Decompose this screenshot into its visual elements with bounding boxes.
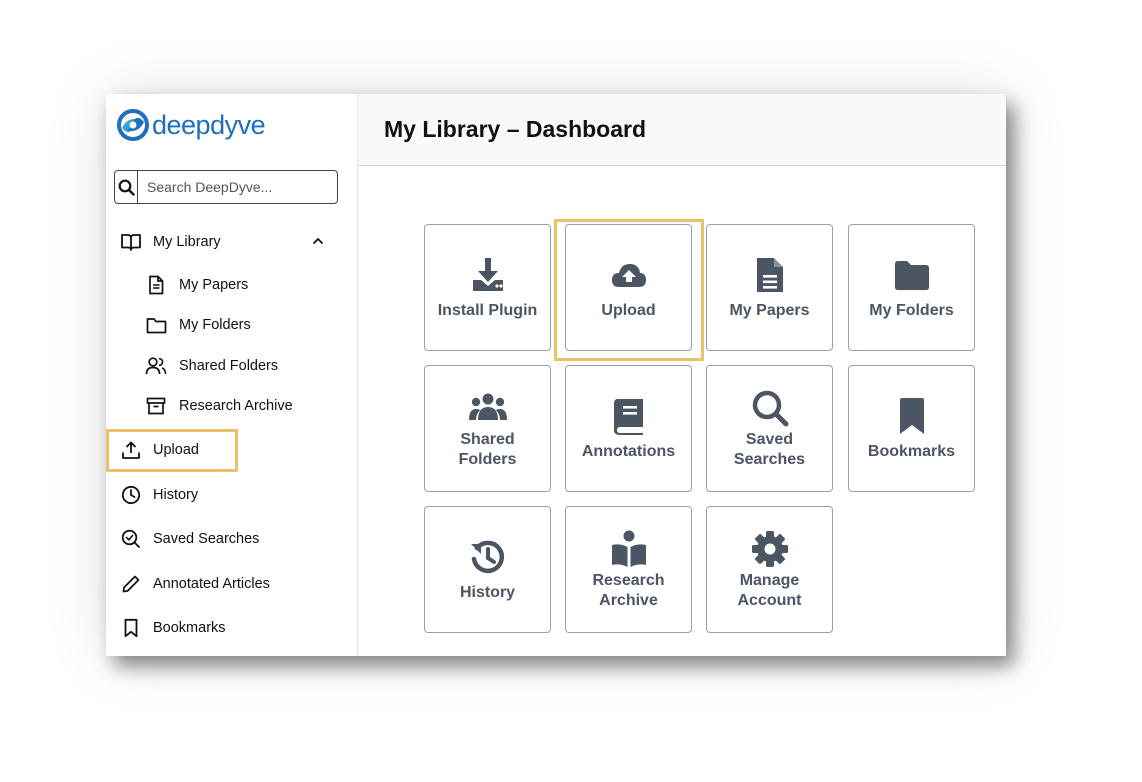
- tile-upload[interactable]: Upload: [565, 224, 692, 351]
- tile-shared-folders[interactable]: Shared Folders: [424, 365, 551, 492]
- search-input[interactable]: [138, 171, 337, 203]
- folder-icon: [145, 314, 167, 336]
- sidebar-item-label: Shared Folders: [179, 358, 279, 374]
- folder-solid-icon: [893, 255, 931, 295]
- users-solid-icon: [468, 388, 508, 428]
- sidebar-item-shared-folders[interactable]: Shared Folders: [145, 353, 278, 379]
- tile-label: My Folders: [869, 301, 954, 319]
- sidebar-item-label: Research Archive: [179, 398, 293, 414]
- book-reader-icon: [610, 529, 648, 569]
- tile-label: Install Plugin: [437, 301, 538, 319]
- tile-manage-account[interactable]: Manage Account: [706, 506, 833, 633]
- sidebar-item-annotated-articles[interactable]: Annotated Articles: [120, 571, 270, 597]
- tile-install-plugin[interactable]: Install Plugin: [424, 224, 551, 351]
- search-check-icon: [120, 528, 142, 550]
- sidebar-item-label: My Papers: [179, 277, 249, 293]
- sidebar: deepdyve My Library M: [106, 94, 358, 656]
- tile-research-archive[interactable]: Research Archive: [565, 506, 692, 633]
- sidebar-item-label: History: [153, 487, 199, 503]
- search-button[interactable]: [115, 171, 138, 203]
- sidebar-item-bookmarks[interactable]: Bookmarks: [120, 615, 226, 641]
- tile-label: My Papers: [729, 301, 810, 319]
- tile-my-papers[interactable]: My Papers: [706, 224, 833, 351]
- magnifier-icon: [751, 388, 789, 428]
- search-box: [114, 170, 338, 204]
- tile-label: Manage Account: [737, 571, 802, 609]
- tile-label: Research Archive: [592, 571, 665, 609]
- book-open-icon: [120, 231, 142, 253]
- download-icon: [470, 255, 506, 295]
- gear-icon: [751, 529, 789, 569]
- archive-icon: [145, 395, 167, 417]
- cloud-upload-icon: [610, 255, 648, 295]
- sidebar-item-label: Upload: [153, 442, 199, 458]
- sidebar-item-label: My Library: [153, 234, 221, 250]
- sidebar-item-my-papers[interactable]: My Papers: [145, 272, 248, 298]
- book-solid-icon: [612, 396, 646, 436]
- tile-label: Saved Searches: [733, 430, 806, 468]
- tile-label: Bookmarks: [867, 442, 956, 460]
- main-content: My Library – Dashboard Install Plugin Up…: [358, 94, 1006, 656]
- sidebar-item-label: Annotated Articles: [153, 576, 270, 592]
- search-icon: [118, 179, 135, 196]
- chevron-up-icon[interactable]: [311, 236, 325, 246]
- bookmark-icon: [120, 617, 142, 639]
- logo[interactable]: deepdyve: [116, 108, 266, 142]
- users-icon: [145, 355, 167, 377]
- page-title: My Library – Dashboard: [384, 116, 647, 142]
- tile-label: History: [459, 583, 516, 601]
- sidebar-item-label: My Folders: [179, 317, 251, 333]
- brand-name: deepdyve: [152, 109, 266, 140]
- sidebar-item-research-archive[interactable]: Research Archive: [145, 393, 293, 419]
- tile-history[interactable]: History: [424, 506, 551, 633]
- sidebar-item-upload[interactable]: Upload: [120, 437, 199, 463]
- sidebar-item-my-folders[interactable]: My Folders: [145, 312, 251, 338]
- upload-icon: [120, 439, 142, 461]
- tile-label: Upload: [601, 301, 656, 319]
- bookmark-solid-icon: [897, 396, 927, 436]
- sidebar-item-history[interactable]: History: [120, 482, 198, 508]
- app-window: deepdyve My Library M: [106, 94, 1006, 656]
- tile-saved-searches[interactable]: Saved Searches: [706, 365, 833, 492]
- sidebar-item-my-library[interactable]: My Library: [120, 229, 221, 255]
- history-icon: [469, 537, 507, 577]
- sidebar-item-label: Bookmarks: [153, 620, 226, 636]
- sidebar-item-label: Saved Searches: [153, 531, 260, 547]
- tile-bookmarks[interactable]: Bookmarks: [848, 365, 975, 492]
- pencil-icon: [120, 573, 142, 595]
- tile-label: Annotations: [581, 442, 676, 460]
- document-icon: [145, 274, 167, 296]
- tile-label: Shared Folders: [458, 430, 517, 468]
- clock-icon: [120, 484, 142, 506]
- file-text-icon: [755, 255, 785, 295]
- tile-annotations[interactable]: Annotations: [565, 365, 692, 492]
- main-header: My Library – Dashboard: [358, 94, 1006, 166]
- tile-my-folders[interactable]: My Folders: [848, 224, 975, 351]
- deepdyve-logo-icon: [117, 109, 149, 141]
- sidebar-item-saved-searches[interactable]: Saved Searches: [120, 526, 259, 552]
